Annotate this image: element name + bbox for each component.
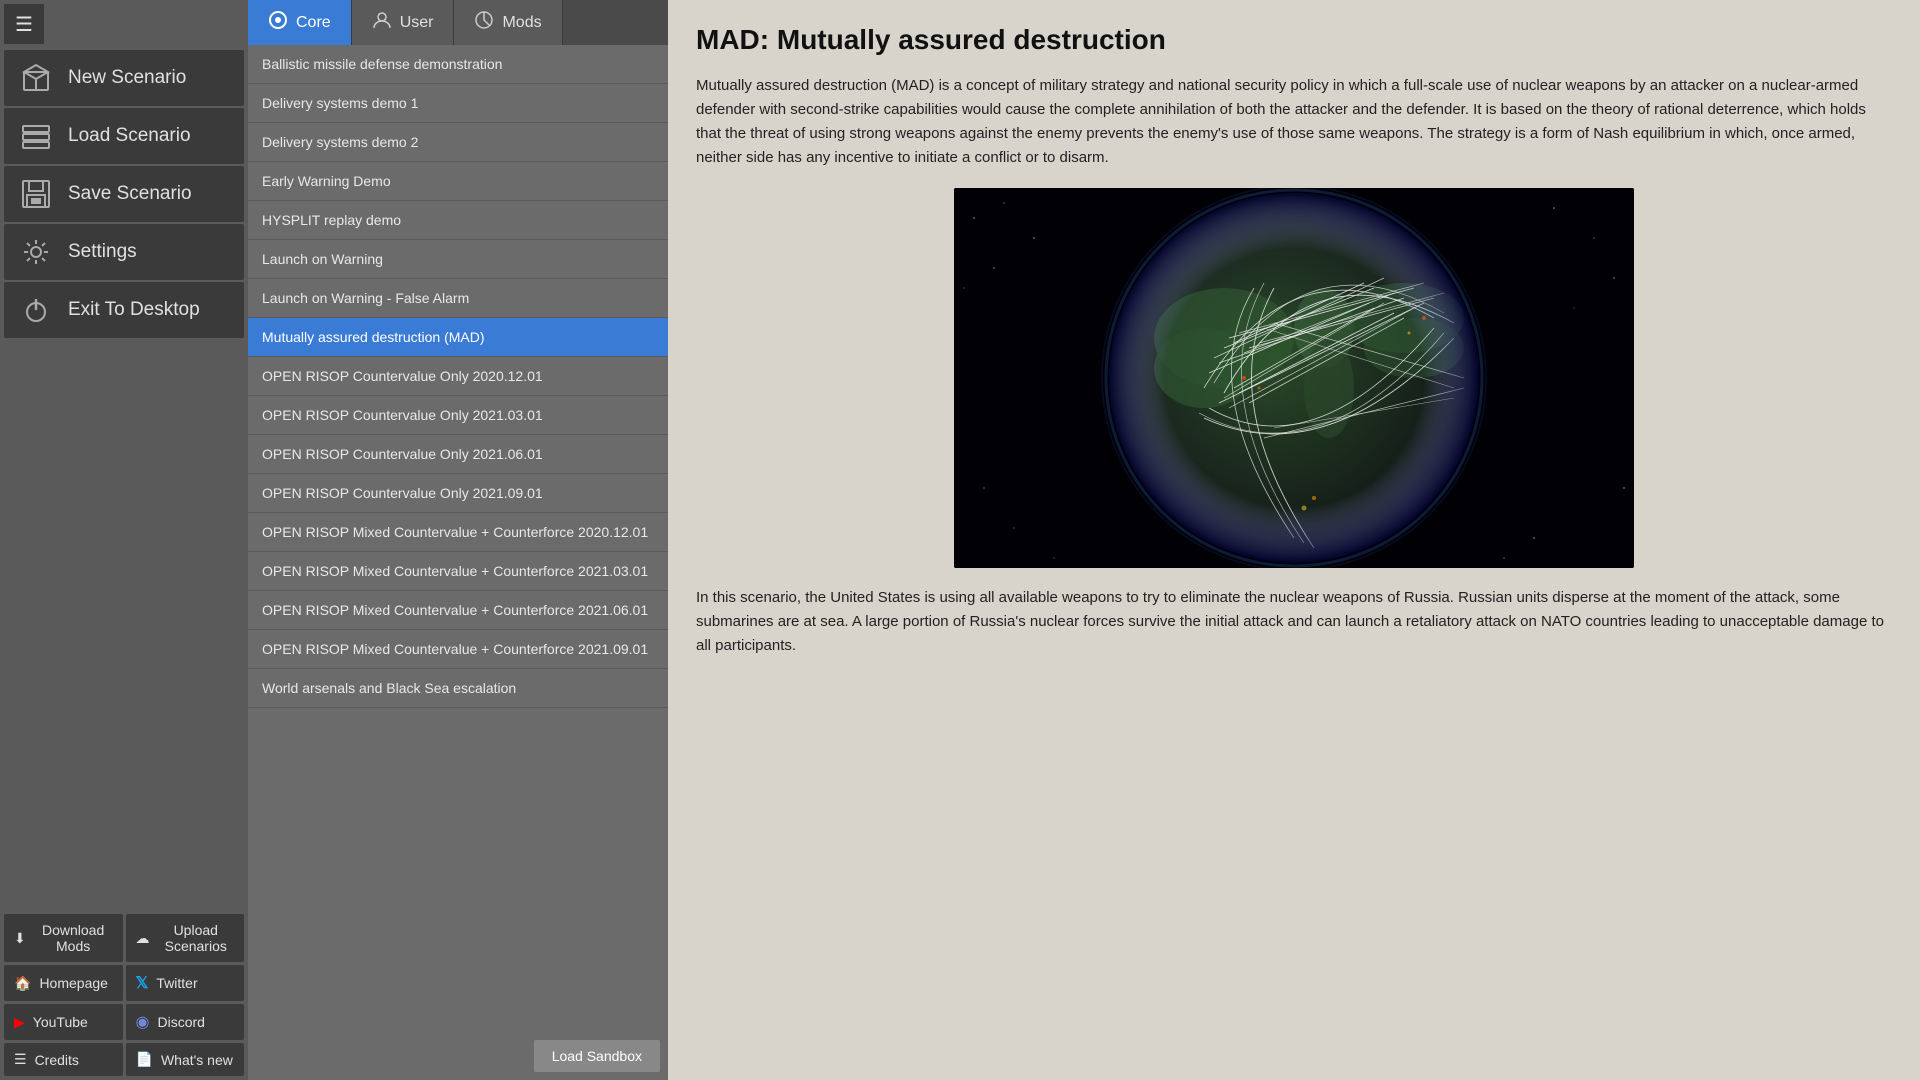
load-scenario-button[interactable]: Load Scenario [4, 108, 244, 164]
new-scenario-button[interactable]: New Scenario [4, 50, 244, 106]
whats-new-icon: 📄 [136, 1051, 153, 1068]
credits-label: Credits [35, 1052, 79, 1068]
discord-icon: ◉ [136, 1012, 150, 1032]
homepage-label: Homepage [39, 975, 108, 991]
exit-desktop-button[interactable]: Exit To Desktop [4, 282, 244, 338]
twitter-icon: 𝕏 [136, 973, 149, 993]
scenario-item-mad[interactable]: Mutually assured destruction (MAD) [248, 318, 668, 357]
twitter-label: Twitter [156, 975, 197, 991]
youtube-label: YouTube [33, 1014, 88, 1030]
scenario-item-launch-on-warning-false[interactable]: Launch on Warning - False Alarm [248, 279, 668, 318]
download-mods-button[interactable]: ⬇ Download Mods [4, 914, 123, 962]
scenario-item-open-risop-cv-2020-12[interactable]: OPEN RISOP Countervalue Only 2020.12.01 [248, 357, 668, 396]
scenario-item-open-risop-cv-2021-06[interactable]: OPEN RISOP Countervalue Only 2021.06.01 [248, 435, 668, 474]
credits-button[interactable]: ☰ Credits [4, 1043, 123, 1076]
user-tab-label: User [400, 14, 434, 32]
bottom-row-3: ▶ YouTube ◉ Discord [4, 1004, 244, 1040]
twitter-button[interactable]: 𝕏 Twitter [126, 965, 245, 1001]
download-mods-label: Download Mods [34, 922, 113, 954]
homepage-button[interactable]: 🏠 Homepage [4, 965, 123, 1001]
middle-panel: Core User Mods Ballistic missile defense… [248, 0, 668, 1080]
whats-new-button[interactable]: 📄 What's new [126, 1043, 245, 1076]
home-icon: 🏠 [14, 975, 31, 992]
sidebar: ☰ New Scenario Load Scenario [0, 0, 248, 1080]
load-scenario-label: Load Scenario [68, 125, 191, 147]
bottom-links: ⬇ Download Mods ☁ Upload Scenarios 🏠 Hom… [4, 914, 244, 1076]
user-tab-icon [372, 10, 392, 35]
gear-icon [18, 234, 54, 270]
whats-new-label: What's new [161, 1052, 233, 1068]
scenario-item-ballistic-missile[interactable]: Ballistic missile defense demonstration [248, 45, 668, 84]
scenario-item-delivery-demo-1[interactable]: Delivery systems demo 1 [248, 84, 668, 123]
content-panel: MAD: Mutually assured destruction Mutual… [668, 0, 1920, 1080]
scenario-list: Ballistic missile defense demonstrationD… [248, 45, 668, 1032]
scenario-item-open-risop-mix-2021-06[interactable]: OPEN RISOP Mixed Countervalue + Counterf… [248, 591, 668, 630]
save-icon [18, 176, 54, 212]
scenario-item-open-risop-mix-2020-12[interactable]: OPEN RISOP Mixed Countervalue + Counterf… [248, 513, 668, 552]
new-scenario-label: New Scenario [68, 67, 186, 89]
youtube-button[interactable]: ▶ YouTube [4, 1004, 123, 1040]
bottom-row-4: ☰ Credits 📄 What's new [4, 1043, 244, 1076]
save-scenario-button[interactable]: Save Scenario [4, 166, 244, 222]
upload-scenarios-button[interactable]: ☁ Upload Scenarios [126, 914, 245, 962]
bottom-row-1: ⬇ Download Mods ☁ Upload Scenarios [4, 914, 244, 962]
upload-scenarios-label: Upload Scenarios [158, 922, 235, 954]
globe-visualization [954, 188, 1634, 568]
content-intro: Mutually assured destruction (MAD) is a … [696, 74, 1892, 170]
scenario-item-hysplit-replay[interactable]: HYSPLIT replay demo [248, 201, 668, 240]
scenario-item-early-warning-demo[interactable]: Early Warning Demo [248, 162, 668, 201]
hamburger-icon: ☰ [15, 12, 33, 37]
scenario-item-delivery-demo-2[interactable]: Delivery systems demo 2 [248, 123, 668, 162]
core-tab-icon [268, 10, 288, 35]
settings-label: Settings [68, 241, 137, 263]
content-title: MAD: Mutually assured destruction [696, 24, 1892, 56]
core-tab-label: Core [296, 14, 331, 32]
scenario-item-open-risop-cv-2021-03[interactable]: OPEN RISOP Countervalue Only 2021.03.01 [248, 396, 668, 435]
content-body: In this scenario, the United States is u… [696, 586, 1892, 658]
mods-tab-label: Mods [502, 14, 541, 32]
scenario-item-open-risop-mix-2021-03[interactable]: OPEN RISOP Mixed Countervalue + Counterf… [248, 552, 668, 591]
hamburger-button[interactable]: ☰ [4, 4, 44, 44]
discord-button[interactable]: ◉ Discord [126, 1004, 245, 1040]
tab-bar: Core User Mods [248, 0, 668, 45]
save-scenario-label: Save Scenario [68, 183, 192, 205]
bottom-row-2: 🏠 Homepage 𝕏 Twitter [4, 965, 244, 1001]
mods-tab-icon [474, 10, 494, 35]
load-sandbox-label: Load Sandbox [552, 1048, 642, 1064]
stack-icon [18, 118, 54, 154]
upload-icon: ☁ [136, 930, 150, 947]
exit-desktop-label: Exit To Desktop [68, 299, 200, 321]
youtube-icon: ▶ [14, 1014, 25, 1031]
settings-button[interactable]: Settings [4, 224, 244, 280]
load-sandbox-button[interactable]: Load Sandbox [534, 1040, 660, 1072]
tab-mods[interactable]: Mods [454, 0, 562, 45]
credits-icon: ☰ [14, 1051, 27, 1068]
power-icon [18, 292, 54, 328]
load-sandbox-area: Load Sandbox [248, 1032, 668, 1080]
cube-icon [18, 60, 54, 96]
tab-core[interactable]: Core [248, 0, 352, 45]
download-icon: ⬇ [14, 930, 26, 947]
tab-user[interactable]: User [352, 0, 455, 45]
discord-label: Discord [157, 1014, 204, 1030]
scenario-item-world-arsenals[interactable]: World arsenals and Black Sea escalation [248, 669, 668, 708]
scenario-item-open-risop-mix-2021-09[interactable]: OPEN RISOP Mixed Countervalue + Counterf… [248, 630, 668, 669]
scenario-item-launch-on-warning[interactable]: Launch on Warning [248, 240, 668, 279]
scenario-item-open-risop-cv-2021-09[interactable]: OPEN RISOP Countervalue Only 2021.09.01 [248, 474, 668, 513]
